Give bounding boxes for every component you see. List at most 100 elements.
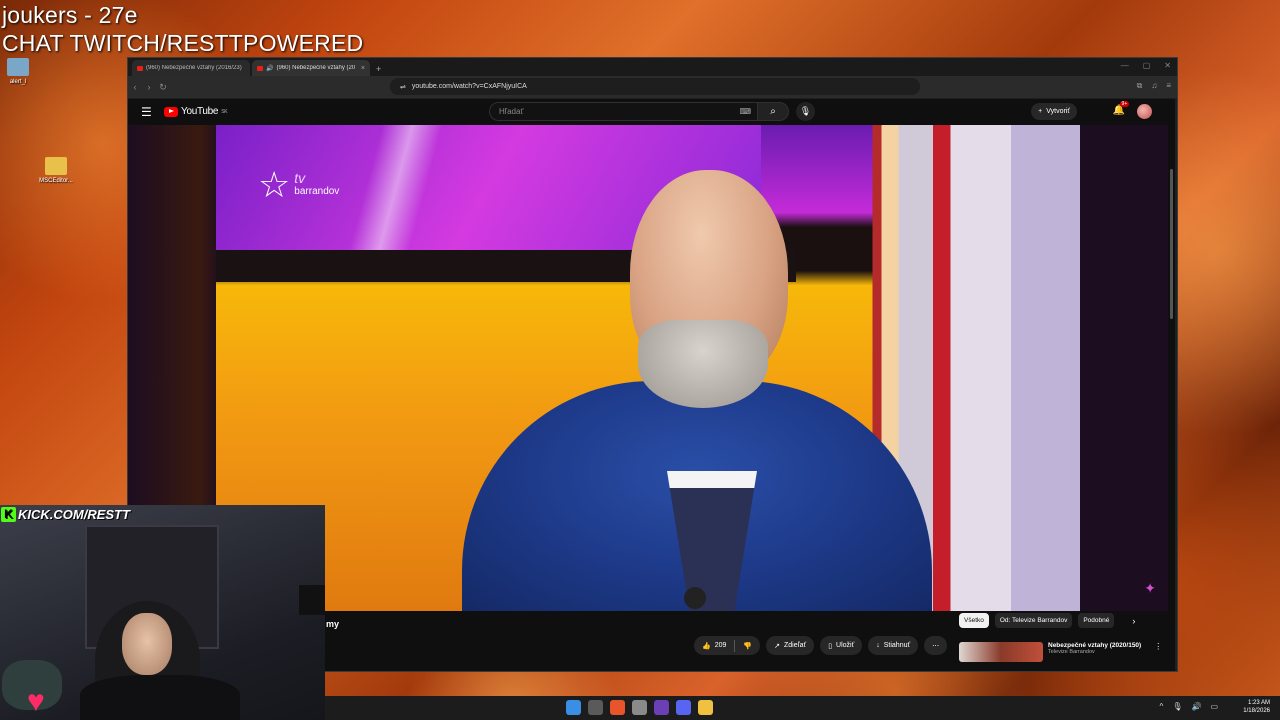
- chip-related[interactable]: Podobné: [1078, 613, 1115, 628]
- divider: [734, 639, 736, 652]
- heart-icon: ♥: [27, 685, 45, 718]
- keyboard-icon[interactable]: ⌨: [739, 107, 751, 116]
- clock-date: 1/18/2026: [1243, 708, 1270, 714]
- stream-chat-overlay: CHAT TWITCH/RESTTPOWERED: [2, 30, 364, 56]
- youtube-favicon-icon: [257, 65, 263, 71]
- streamer-body: [80, 675, 240, 720]
- like-icon[interactable]: 👍: [702, 642, 711, 650]
- desktop-icon-msceditor[interactable]: MSCEditor...: [34, 157, 78, 184]
- discord-icon[interactable]: [676, 700, 691, 715]
- maximize-icon[interactable]: ▢: [1143, 61, 1151, 70]
- close-window-icon[interactable]: ✕: [1164, 61, 1171, 70]
- streamer-face: [122, 613, 172, 675]
- search-icon: ⌕: [770, 106, 776, 117]
- notifications-button[interactable]: 🔔 9+: [1113, 101, 1130, 116]
- tv-barrandov-logo: ☆ tv barrandov: [258, 167, 339, 203]
- youtube-favicon-icon: [137, 65, 143, 71]
- chip-all[interactable]: Všetko: [959, 613, 989, 628]
- create-label: Vytvoriť: [1046, 108, 1070, 115]
- webcam-lamp: [299, 585, 325, 615]
- kebab-menu-icon[interactable]: ⋮: [1154, 642, 1162, 662]
- microphone-tray-icon[interactable]: 🎙: [1172, 702, 1182, 711]
- star-icon: ☆: [258, 164, 291, 205]
- desktop-icon-label: MSCEditor...: [39, 178, 73, 184]
- save-button[interactable]: ▯ Uložiť: [820, 636, 863, 655]
- browser-tab-2[interactable]: 🔊 (960) Nebezpečné vztahy (20 ×: [252, 60, 370, 76]
- url-text: youtube.com/watch?v=CxAFNjyuICA: [411, 83, 527, 90]
- recommended-video[interactable]: Nebezpečné vztahy (2020/150) Televize Ba…: [959, 642, 1162, 662]
- close-tab-icon[interactable]: ×: [361, 65, 365, 72]
- page-scrollbar[interactable]: [1170, 169, 1173, 319]
- site-info-icon[interactable]: ⇌: [400, 83, 406, 91]
- task-view-icon[interactable]: [588, 700, 603, 715]
- extensions-icon[interactable]: ⧉: [1137, 81, 1143, 91]
- search-input[interactable]: Hľadať ⌨: [489, 102, 757, 121]
- url-field[interactable]: ⇌ youtube.com/watch?v=CxAFNjyuICA: [390, 78, 920, 95]
- region-code: SK: [221, 108, 228, 115]
- chip-from-channel[interactable]: Od: Televize Barrandov: [994, 613, 1073, 628]
- kick-url: KICK.COM/RESTT: [18, 506, 130, 522]
- presenter-beard: [638, 320, 768, 408]
- more-actions-button[interactable]: ⋯: [924, 636, 948, 655]
- brave-browser-icon[interactable]: [610, 700, 625, 715]
- video-title: my: [326, 619, 340, 629]
- system-tray: ^ 🎙 🔊 ▭: [1160, 702, 1218, 711]
- video-frame: ☆ tv barrandov: [216, 125, 1080, 611]
- taskbar: ^ 🎙 🔊 ▭ 1:23 AM 1/18/2026: [325, 696, 1280, 720]
- like-dislike-group: 👍 209 👎: [694, 636, 761, 655]
- voice-search-button[interactable]: 🎙: [796, 102, 815, 121]
- start-icon[interactable]: [566, 700, 581, 715]
- youtube-logo[interactable]: YouTube SK: [164, 106, 228, 117]
- share-button[interactable]: ↗ Zdieľať: [766, 636, 815, 655]
- minimize-icon[interactable]: —: [1121, 61, 1129, 70]
- desktop-icon-alert[interactable]: alert_l: [0, 58, 40, 85]
- media-icon[interactable]: ♫: [1151, 81, 1157, 91]
- twitch-icon[interactable]: [654, 700, 669, 715]
- volume-icon[interactable]: 🔊: [1191, 702, 1201, 711]
- download-label: Stiahnuť: [883, 642, 911, 649]
- toolbar-icons: ⧉ ♫ ≡: [1137, 81, 1171, 91]
- share-icon: ↗: [774, 642, 780, 650]
- bookmark-icon: ▯: [828, 642, 833, 650]
- network-icon[interactable]: ▭: [1210, 702, 1218, 711]
- recommended-title[interactable]: Nebezpečné vztahy (2020/150): [1048, 642, 1141, 649]
- more-icon: ⋯: [932, 642, 940, 650]
- new-tab-button[interactable]: +: [376, 64, 381, 74]
- obs-icon[interactable]: [632, 700, 647, 715]
- related-filter-chips: Všetko Od: Televize Barrandov Podobné ›: [959, 613, 1135, 628]
- kick-logo-icon: K: [1, 506, 16, 522]
- youtube-header: ☰ YouTube SK Hľadať ⌨ ⌕ 🎙 + Vytvoriť 🔔 9…: [128, 99, 1175, 125]
- like-count[interactable]: 209: [715, 642, 727, 649]
- avatar[interactable]: [1137, 104, 1152, 119]
- create-button[interactable]: + Vytvoriť: [1031, 103, 1077, 120]
- chevron-right-icon[interactable]: ›: [1132, 616, 1135, 626]
- taskbar-clock[interactable]: 1:23 AM 1/18/2026: [1243, 699, 1270, 715]
- chevron-up-icon[interactable]: ^: [1160, 702, 1164, 711]
- desktop-icon-label: alert_l: [9, 79, 27, 85]
- channel-watermark-icon: ✦: [1144, 580, 1156, 596]
- microphone-icon: 🎙: [799, 106, 812, 116]
- lapel-microphone: [684, 587, 706, 609]
- taskbar-apps: [566, 700, 713, 715]
- reload-icon[interactable]: ↻: [156, 82, 170, 93]
- download-icon: ↓: [876, 642, 880, 649]
- presenter-figure: [462, 170, 932, 611]
- logo-brand-text: barrandov: [294, 186, 340, 197]
- kick-banner: K KICK.COM/RESTT: [1, 505, 130, 523]
- tab-strip: (960) Nebezpečné vztahy (2016/23) 🔊 (960…: [128, 58, 1177, 76]
- back-icon[interactable]: ‹: [128, 82, 142, 92]
- recommended-channel: Televize Barrandov: [1048, 649, 1095, 655]
- menu-icon[interactable]: ≡: [1166, 81, 1171, 91]
- youtube-wordmark: YouTube: [181, 106, 219, 117]
- browser-tab-1[interactable]: (960) Nebezpečné vztahy (2016/23): [132, 60, 250, 76]
- dislike-icon[interactable]: 👎: [743, 642, 752, 650]
- recycle-icon: [7, 58, 29, 76]
- tab-title: (960) Nebezpečné vztahy (2016/23): [146, 65, 242, 71]
- search-button[interactable]: ⌕: [757, 102, 789, 121]
- forward-icon[interactable]: ›: [142, 82, 156, 92]
- hamburger-menu-icon[interactable]: ☰: [141, 105, 152, 119]
- recommended-thumbnail[interactable]: [959, 642, 1043, 662]
- file-explorer-icon[interactable]: [698, 700, 713, 715]
- download-button[interactable]: ↓ Stiahnuť: [868, 636, 919, 655]
- logo-tv-text: tv: [294, 170, 306, 186]
